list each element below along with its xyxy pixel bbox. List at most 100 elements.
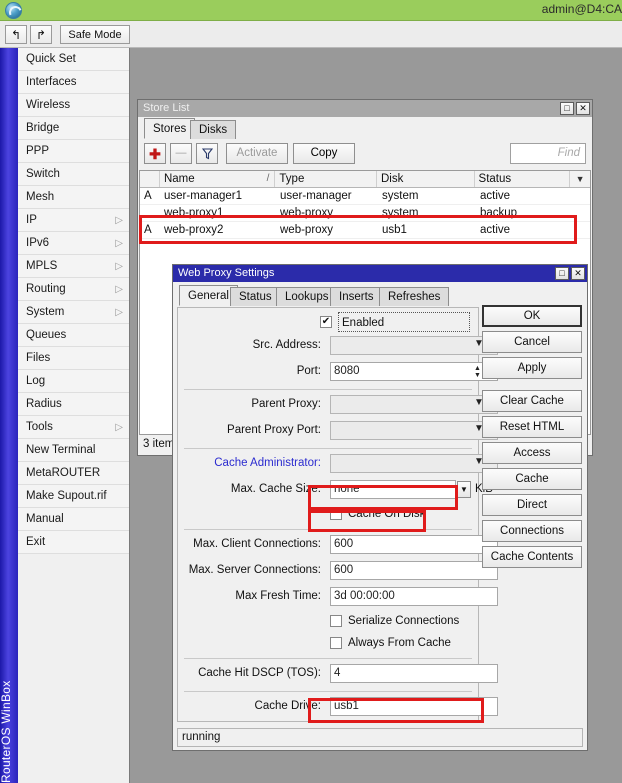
cache-drive-input[interactable]: usb1 <box>330 697 498 716</box>
cache-hit-dscp-row: Cache Hit DSCP (TOS): 4 <box>178 662 498 688</box>
col-header-name[interactable]: Name / <box>160 171 276 187</box>
column-chooser-icon[interactable]: ▼ <box>570 171 590 187</box>
tab-lookups[interactable]: Lookups <box>276 287 338 306</box>
cancel-button[interactable]: Cancel <box>482 331 582 353</box>
max-server-connections-input[interactable]: 600 <box>330 561 498 580</box>
access-button[interactable]: Access <box>482 442 582 464</box>
cache-administrator-row: Cache Administrator: ▼ <box>178 452 498 478</box>
activate-button[interactable]: Activate <box>226 143 288 164</box>
direct-button[interactable]: Direct <box>482 494 582 516</box>
col-header-flag[interactable] <box>140 171 160 187</box>
sidebar-item-ipv6[interactable]: IPv6 ▷ <box>18 232 129 255</box>
max-fresh-time-input[interactable]: 3d 00:00:00 <box>330 587 498 606</box>
web-proxy-close-icon[interactable]: ✕ <box>571 267 585 280</box>
sidebar-item-label: MPLS <box>26 260 58 272</box>
sidebar-item-interfaces[interactable]: Interfaces <box>18 71 129 94</box>
web-proxy-title-bar: Web Proxy Settings □ ✕ <box>173 265 587 282</box>
sidebar-item-label: Quick Set <box>26 53 76 65</box>
cache-button[interactable]: Cache <box>482 468 582 490</box>
sidebar-item-switch[interactable]: Switch <box>18 163 129 186</box>
table-row[interactable]: web-proxy1 web-proxy system backup <box>140 205 590 222</box>
sidebar-item-routing[interactable]: Routing ▷ <box>18 278 129 301</box>
sidebar-item-radius[interactable]: Radius <box>18 393 129 416</box>
port-row: Port: 8080 ▲ ▼ <box>178 360 498 386</box>
sidebar-item-label: PPP <box>26 145 50 157</box>
sidebar-item-label: Manual <box>26 513 64 525</box>
store-list-maximize-icon[interactable]: □ <box>560 102 574 115</box>
table-row[interactable]: Auser-manager1 user-manager system active <box>140 188 590 205</box>
cache-on-disk-checkbox[interactable] <box>330 508 342 520</box>
connections-button[interactable]: Connections <box>482 520 582 542</box>
serialize-connections-checkbox[interactable] <box>330 615 342 627</box>
ok-button[interactable]: OK <box>482 305 582 327</box>
sidebar-item-metarouter[interactable]: MetaROUTER <box>18 462 129 485</box>
sidebar-item-ppp[interactable]: PPP <box>18 140 129 163</box>
sidebar-item-tools[interactable]: Tools ▷ <box>18 416 129 439</box>
sidebar-item-queues[interactable]: Queues <box>18 324 129 347</box>
sidebar-item-make-supout-rif[interactable]: Make Supout.rif <box>18 485 129 508</box>
tab-refreshes[interactable]: Refreshes <box>379 287 450 306</box>
winbox-window: admin@D4:CA ↰ ↱ Safe Mode RouterOS WinBo… <box>0 0 622 783</box>
tab-disks[interactable]: Disks <box>190 120 237 139</box>
form-divider-5 <box>184 691 472 692</box>
sidebar-item-files[interactable]: Files <box>18 347 129 370</box>
sidebar-item-quick-set[interactable]: Quick Set <box>18 48 129 71</box>
clear-cache-button[interactable]: Clear Cache <box>482 390 582 412</box>
store-list-close-icon[interactable]: ✕ <box>576 102 590 115</box>
web-proxy-title: Web Proxy Settings <box>178 267 275 279</box>
sidebar-item-bridge[interactable]: Bridge <box>18 117 129 140</box>
tab-status[interactable]: Status <box>230 287 281 306</box>
col-header-status[interactable]: Status <box>475 171 571 187</box>
cell-disk: system <box>382 190 419 202</box>
undo-button[interactable]: ↰ <box>5 25 27 44</box>
always-from-cache-checkbox[interactable] <box>330 637 342 649</box>
undo-arrow-icon: ↰ <box>10 27 22 42</box>
max-cache-size-label: Max. Cache Size: <box>230 483 321 495</box>
sidebar-item-new-terminal[interactable]: New Terminal <box>18 439 129 462</box>
cache-administrator-input[interactable] <box>330 454 498 473</box>
sidebar-item-exit[interactable]: Exit <box>18 531 129 554</box>
sidebar-item-ip[interactable]: IP ▷ <box>18 209 129 232</box>
cache-hit-dscp-input[interactable]: 4 <box>330 664 498 683</box>
reset-html-button[interactable]: Reset HTML <box>482 416 582 438</box>
store-list-title-bar: Store List □ ✕ <box>138 100 592 117</box>
tab-inserts[interactable]: Inserts <box>330 287 383 306</box>
sidebar-item-label: Exit <box>26 536 46 548</box>
max-cache-size-input[interactable]: none <box>330 480 456 499</box>
tab-stores[interactable]: Stores <box>144 118 196 139</box>
web-proxy-status: running <box>177 728 583 747</box>
enabled-checkbox[interactable]: ✔ <box>320 316 332 328</box>
filter-button[interactable] <box>196 143 218 164</box>
sidebar-item-label: Bridge <box>26 122 60 134</box>
max-cache-size-dropdown-button[interactable]: ▼ <box>457 481 471 498</box>
web-proxy-maximize-icon[interactable]: □ <box>555 267 569 280</box>
cache-contents-button[interactable]: Cache Contents <box>482 546 582 568</box>
col-header-disk[interactable]: Disk <box>377 171 475 187</box>
safe-mode-button[interactable]: Safe Mode <box>60 25 130 44</box>
redo-button[interactable]: ↱ <box>30 25 52 44</box>
sidebar-item-wireless[interactable]: Wireless <box>18 94 129 117</box>
col-header-type[interactable]: Type <box>275 171 377 187</box>
stores-table-body: Auser-manager1 user-manager system active we… <box>140 188 590 239</box>
sidebar-item-mpls[interactable]: MPLS ▷ <box>18 255 129 278</box>
src-address-input[interactable] <box>330 336 498 355</box>
copy-button[interactable]: Copy <box>293 143 355 164</box>
app-title-bar: admin@D4:CA <box>0 0 622 21</box>
sidebar-item-manual[interactable]: Manual <box>18 508 129 531</box>
remove-store-button[interactable]: — <box>170 143 192 164</box>
web-proxy-general-form: ✔ Enabled Src. Address: ▼ Port: 8080 ▲▼ <box>177 307 498 722</box>
apply-button[interactable]: Apply <box>482 357 582 379</box>
parent-proxy-input[interactable] <box>330 395 498 414</box>
parent-proxy-port-input[interactable] <box>330 421 498 440</box>
sidebar-item-mesh[interactable]: Mesh <box>18 186 129 209</box>
table-row[interactable]: Aweb-proxy2 web-proxy usb1 active <box>140 222 590 239</box>
submenu-chevron-icon: ▷ <box>115 307 123 318</box>
add-store-button[interactable]: ✚ <box>144 143 166 164</box>
find-input[interactable]: Find <box>510 143 586 164</box>
sidebar-grip-strip[interactable]: RouterOS WinBox <box>0 48 18 783</box>
max-client-connections-input[interactable]: 600 <box>330 535 498 554</box>
max-fresh-time-label: Max Fresh Time: <box>235 590 321 602</box>
sidebar-item-system[interactable]: System ▷ <box>18 301 129 324</box>
minus-icon: — <box>175 147 187 159</box>
sidebar-item-log[interactable]: Log <box>18 370 129 393</box>
